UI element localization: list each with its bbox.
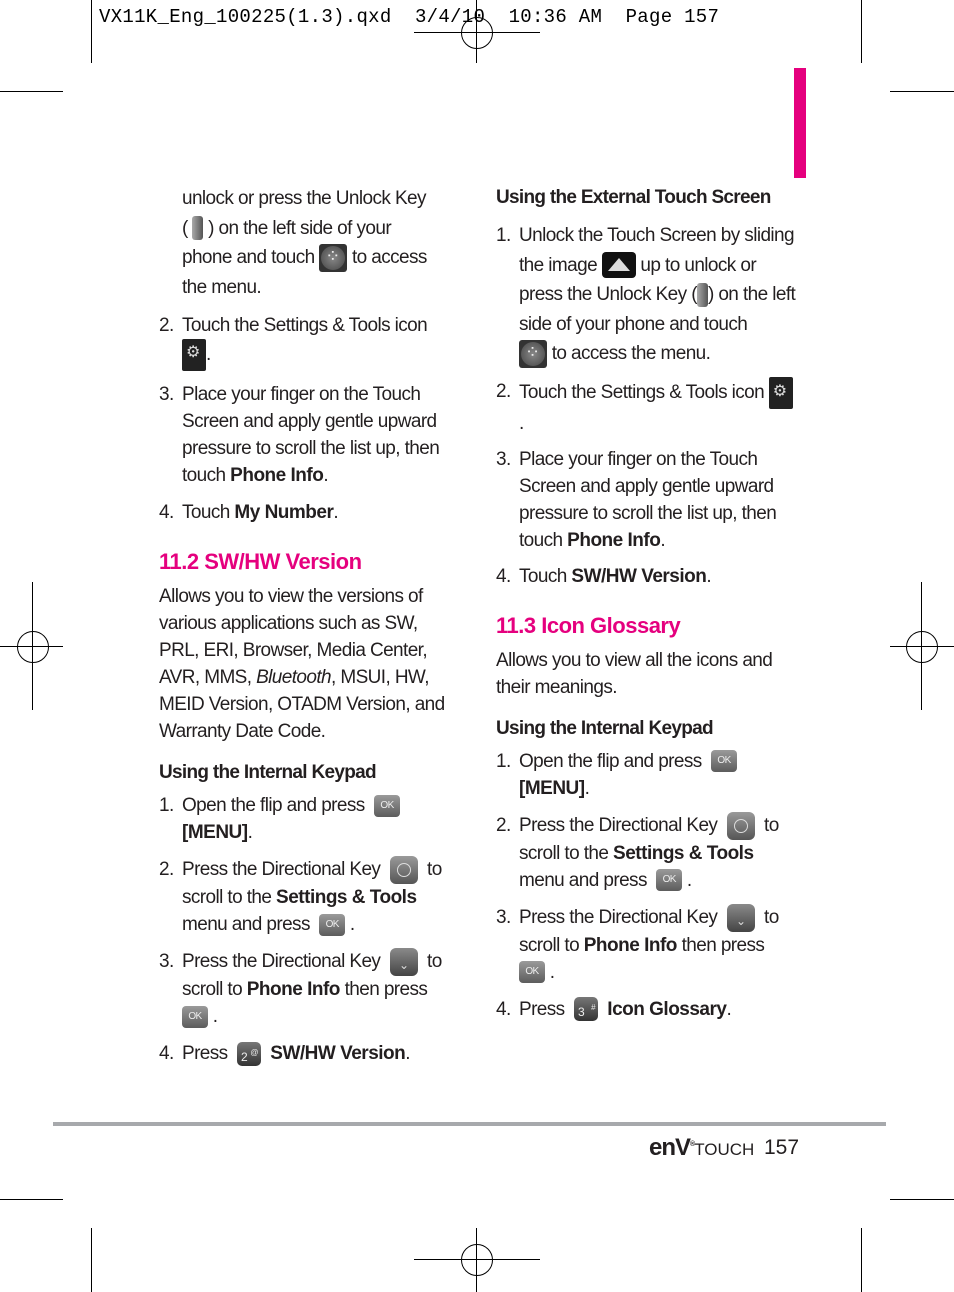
list-item: 1. Unlock the Touch Screen by sliding th… bbox=[496, 221, 796, 369]
crop-mark bbox=[890, 1199, 954, 1200]
left-steps: 1. Open the flip and press OK [MENU]. 2.… bbox=[159, 792, 459, 1067]
brand-logo: enV®TOUCH bbox=[649, 1134, 755, 1161]
directional-key-down-icon: ⌄ bbox=[389, 948, 418, 976]
list-item: 3. Place your finger on the Touch Screen… bbox=[496, 449, 777, 551]
list-item: 3. Press the Directional Key ⌄ to scroll… bbox=[496, 903, 796, 986]
ok-key-icon: OK bbox=[519, 961, 545, 984]
directional-key-icon bbox=[726, 811, 755, 840]
list-item: 4. Touch SW/HW Version. bbox=[496, 566, 712, 587]
section-intro: Allows you to view all the icons and the… bbox=[496, 649, 773, 698]
list-item: 4. Touch My Number. bbox=[159, 502, 339, 523]
right-steps: 1. Open the flip and press OK [MENU]. 2.… bbox=[496, 748, 796, 1023]
settings-tools-icon bbox=[768, 376, 793, 409]
list-item: 1. Open the flip and press OK [MENU]. bbox=[496, 748, 796, 802]
list-item: 2. Touch the Settings & Tools icon . bbox=[496, 376, 796, 439]
ok-key-icon: OK bbox=[319, 913, 346, 936]
section-tab bbox=[794, 68, 806, 178]
menu-icon bbox=[519, 338, 547, 368]
list-item: 2. Press the Directional Key to scroll t… bbox=[496, 811, 796, 894]
subheading: Using the Internal Keypad bbox=[496, 717, 714, 739]
crop-mark bbox=[861, 0, 862, 63]
continued-step: unlock or press the Unlock Key ( ) on th… bbox=[159, 184, 459, 302]
registration-circle bbox=[17, 631, 49, 663]
crop-mark bbox=[861, 1228, 862, 1292]
subheading: Using the Internal Keypad bbox=[159, 762, 377, 783]
directional-key-down-icon: ⌄ bbox=[726, 903, 755, 932]
section-heading: 11.3 Icon Glossary bbox=[496, 612, 681, 638]
crop-mark bbox=[0, 91, 63, 92]
left-top-steps: 2. Touch the Settings & Tools icon . 3. … bbox=[159, 312, 459, 526]
section-heading: 11.2 SW/HW Version bbox=[159, 549, 362, 574]
menu-icon bbox=[319, 242, 348, 272]
page-number: 157 bbox=[764, 1136, 800, 1159]
list-item: 4. Press 3 # Icon Glossary. bbox=[496, 997, 732, 1022]
subheading: Using the External Touch Screen bbox=[496, 187, 771, 208]
slide-unlock-icon bbox=[601, 252, 636, 279]
list-item: 3. Place your finger on the Touch Screen… bbox=[159, 384, 440, 486]
registration-circle bbox=[461, 1244, 493, 1276]
right-column: Using the External Touch Screen 1. Unloc… bbox=[496, 184, 796, 1023]
registration-circle bbox=[461, 17, 493, 49]
unlock-key-icon bbox=[696, 282, 708, 307]
footer-rule bbox=[53, 1122, 886, 1126]
ok-key-icon: OK bbox=[374, 794, 401, 817]
list-item: 2. Press the Directional Key to scroll t… bbox=[159, 856, 459, 938]
right-ext-steps: 1. Unlock the Touch Screen by sliding th… bbox=[496, 221, 796, 592]
list-item: 4. Press 2 @ SW/HW Version. bbox=[159, 1041, 411, 1066]
print-slug: VX11K_Eng_100225(1.3).qxd 3/4/10 10:36 A… bbox=[99, 6, 720, 28]
crop-mark bbox=[0, 1199, 63, 1200]
crop-mark bbox=[890, 91, 954, 92]
crop-mark bbox=[91, 0, 92, 63]
registration-circle bbox=[906, 631, 938, 663]
directional-key-icon bbox=[389, 856, 418, 884]
settings-tools-icon bbox=[182, 339, 206, 371]
section-intro: Allows you to view the versions of vario… bbox=[159, 586, 445, 742]
ok-key-icon: OK bbox=[711, 750, 738, 773]
list-item: 2. Touch the Settings & Tools icon . bbox=[159, 312, 459, 371]
key-3-icon: 3 # bbox=[573, 997, 598, 1022]
key-2-icon: 2 @ bbox=[236, 1041, 261, 1066]
left-column: unlock or press the Unlock Key ( ) on th… bbox=[159, 184, 459, 1067]
ok-key-icon: OK bbox=[656, 869, 683, 892]
ok-key-icon: OK bbox=[182, 1005, 208, 1028]
crop-mark bbox=[91, 1228, 92, 1292]
unlock-key-icon bbox=[192, 216, 204, 241]
list-item: 3. Press the Directional Key ⌄ to scroll… bbox=[159, 948, 459, 1030]
list-item: 1. Open the flip and press OK [MENU]. bbox=[159, 792, 459, 846]
